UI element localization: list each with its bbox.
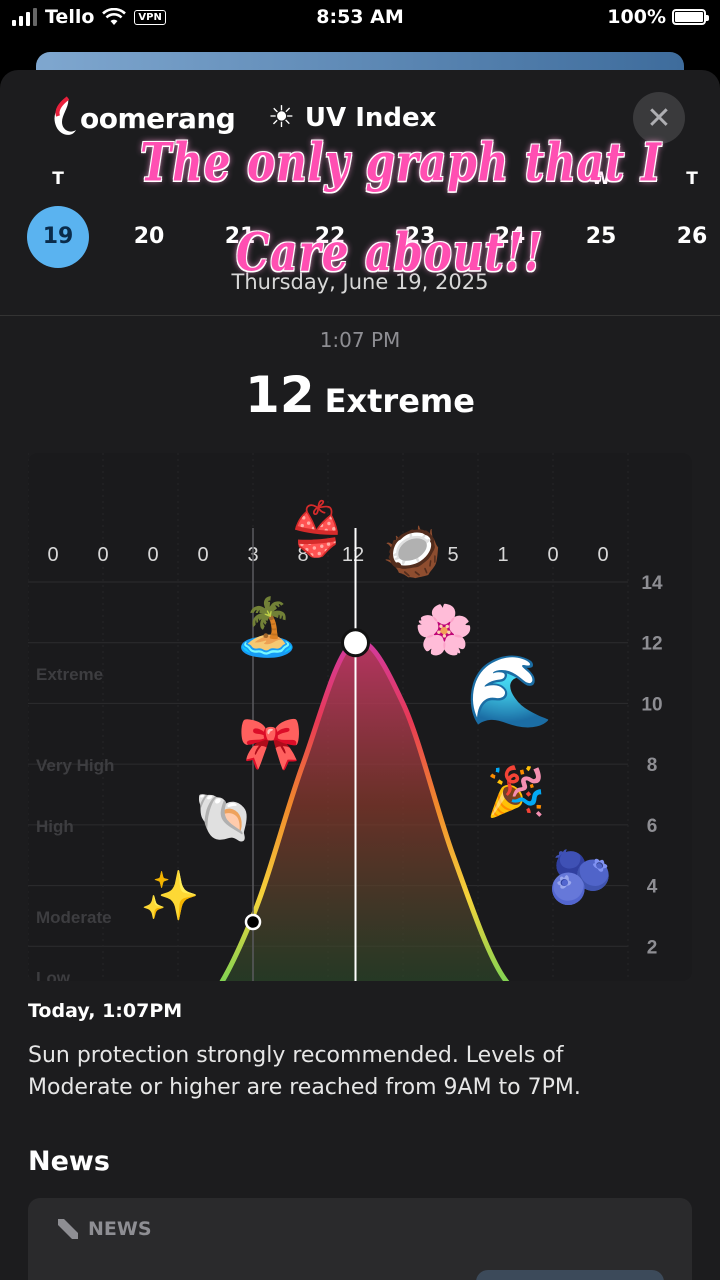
- forecast-advice: Sun protection strongly recommended. Lev…: [28, 1043, 581, 1100]
- divider: [0, 315, 720, 316]
- day-of-week: T: [686, 169, 698, 189]
- news-thumbnail: [476, 1270, 664, 1280]
- sun-icon: ☀: [268, 100, 295, 135]
- news-icon: [58, 1219, 78, 1239]
- uv-category: Extreme: [324, 382, 475, 420]
- logo-text: oomerang: [80, 101, 236, 135]
- band-label: Very High: [36, 756, 114, 775]
- party-popper-sticker: 🎉: [486, 764, 546, 820]
- status-bar: Tello VPN 8:53 AM 100%: [0, 0, 720, 40]
- day-of-week: T: [52, 169, 64, 189]
- battery-percent: 100%: [607, 6, 666, 28]
- day-number: 26: [676, 224, 708, 249]
- y-tick-label: 8: [647, 755, 658, 776]
- hourly-value-label: 0: [97, 544, 108, 566]
- hourly-value-label: 0: [197, 544, 208, 566]
- band-label: Extreme: [36, 665, 103, 684]
- hourly-value-label: 5: [447, 544, 458, 566]
- y-tick-label: 6: [647, 816, 658, 837]
- overlay-caption-line2: Care about!!: [236, 221, 544, 284]
- ribbon-sticker: 🎀: [238, 714, 303, 774]
- battery-group: 100%: [607, 6, 709, 28]
- hourly-value-label: 0: [597, 544, 608, 566]
- day-19[interactable]: T 19: [26, 166, 90, 268]
- band-label: Moderate: [36, 908, 112, 927]
- battery-icon: [672, 9, 709, 25]
- boomerang-logo-mark: [54, 96, 76, 135]
- forecast-caption: Today, 1:07PM: [28, 1000, 183, 1022]
- y-tick-label: 14: [641, 573, 663, 594]
- band-label: High: [36, 817, 74, 836]
- sparkles-sticker: ✨: [140, 868, 200, 924]
- day-number: 20: [133, 224, 165, 249]
- hourly-value-label: 1: [497, 544, 508, 566]
- hourly-value-label: 0: [147, 544, 158, 566]
- coconut-sticker: 🥥: [382, 524, 442, 580]
- moderate-threshold-marker: [244, 913, 262, 931]
- y-tick-label: 2: [647, 937, 658, 958]
- y-tick-label: 4: [647, 877, 658, 898]
- news-headline-fragment: [58, 1274, 178, 1280]
- day-number: 19: [27, 206, 89, 268]
- day-26[interactable]: T 26: [660, 166, 720, 268]
- close-icon: ✕: [646, 100, 672, 136]
- y-tick-label: 12: [641, 634, 662, 655]
- hourly-value-label: 0: [547, 544, 558, 566]
- news-card[interactable]: NEWS: [28, 1198, 692, 1280]
- shell-sticker: 🐚: [194, 790, 254, 846]
- sheet-title: ☀ UV Index: [268, 100, 436, 136]
- uv-value: 12: [245, 366, 315, 424]
- band-label: Low: [36, 969, 71, 981]
- bikini-sticker: 👙: [284, 500, 349, 560]
- current-time-knob[interactable]: [341, 628, 370, 658]
- overlay-caption-line1: The only graph that I: [140, 131, 662, 194]
- hourly-value-label: 0: [47, 544, 58, 566]
- flower-sticker: 🌸: [414, 602, 474, 658]
- news-source: NEWS: [58, 1218, 152, 1240]
- wave-sticker: 🌊: [466, 650, 554, 732]
- news-source-label: NEWS: [88, 1218, 152, 1240]
- uv-headline: 12 Extreme: [0, 366, 720, 424]
- y-tick-label: 10: [641, 694, 662, 715]
- selected-time: 1:07 PM: [319, 328, 401, 352]
- island-sticker: 🏝️: [232, 595, 302, 660]
- blueberries-sticker: 🫐: [548, 848, 613, 908]
- news-heading: News: [28, 1146, 110, 1177]
- title-text: UV Index: [304, 103, 437, 133]
- day-number: 25: [585, 224, 617, 249]
